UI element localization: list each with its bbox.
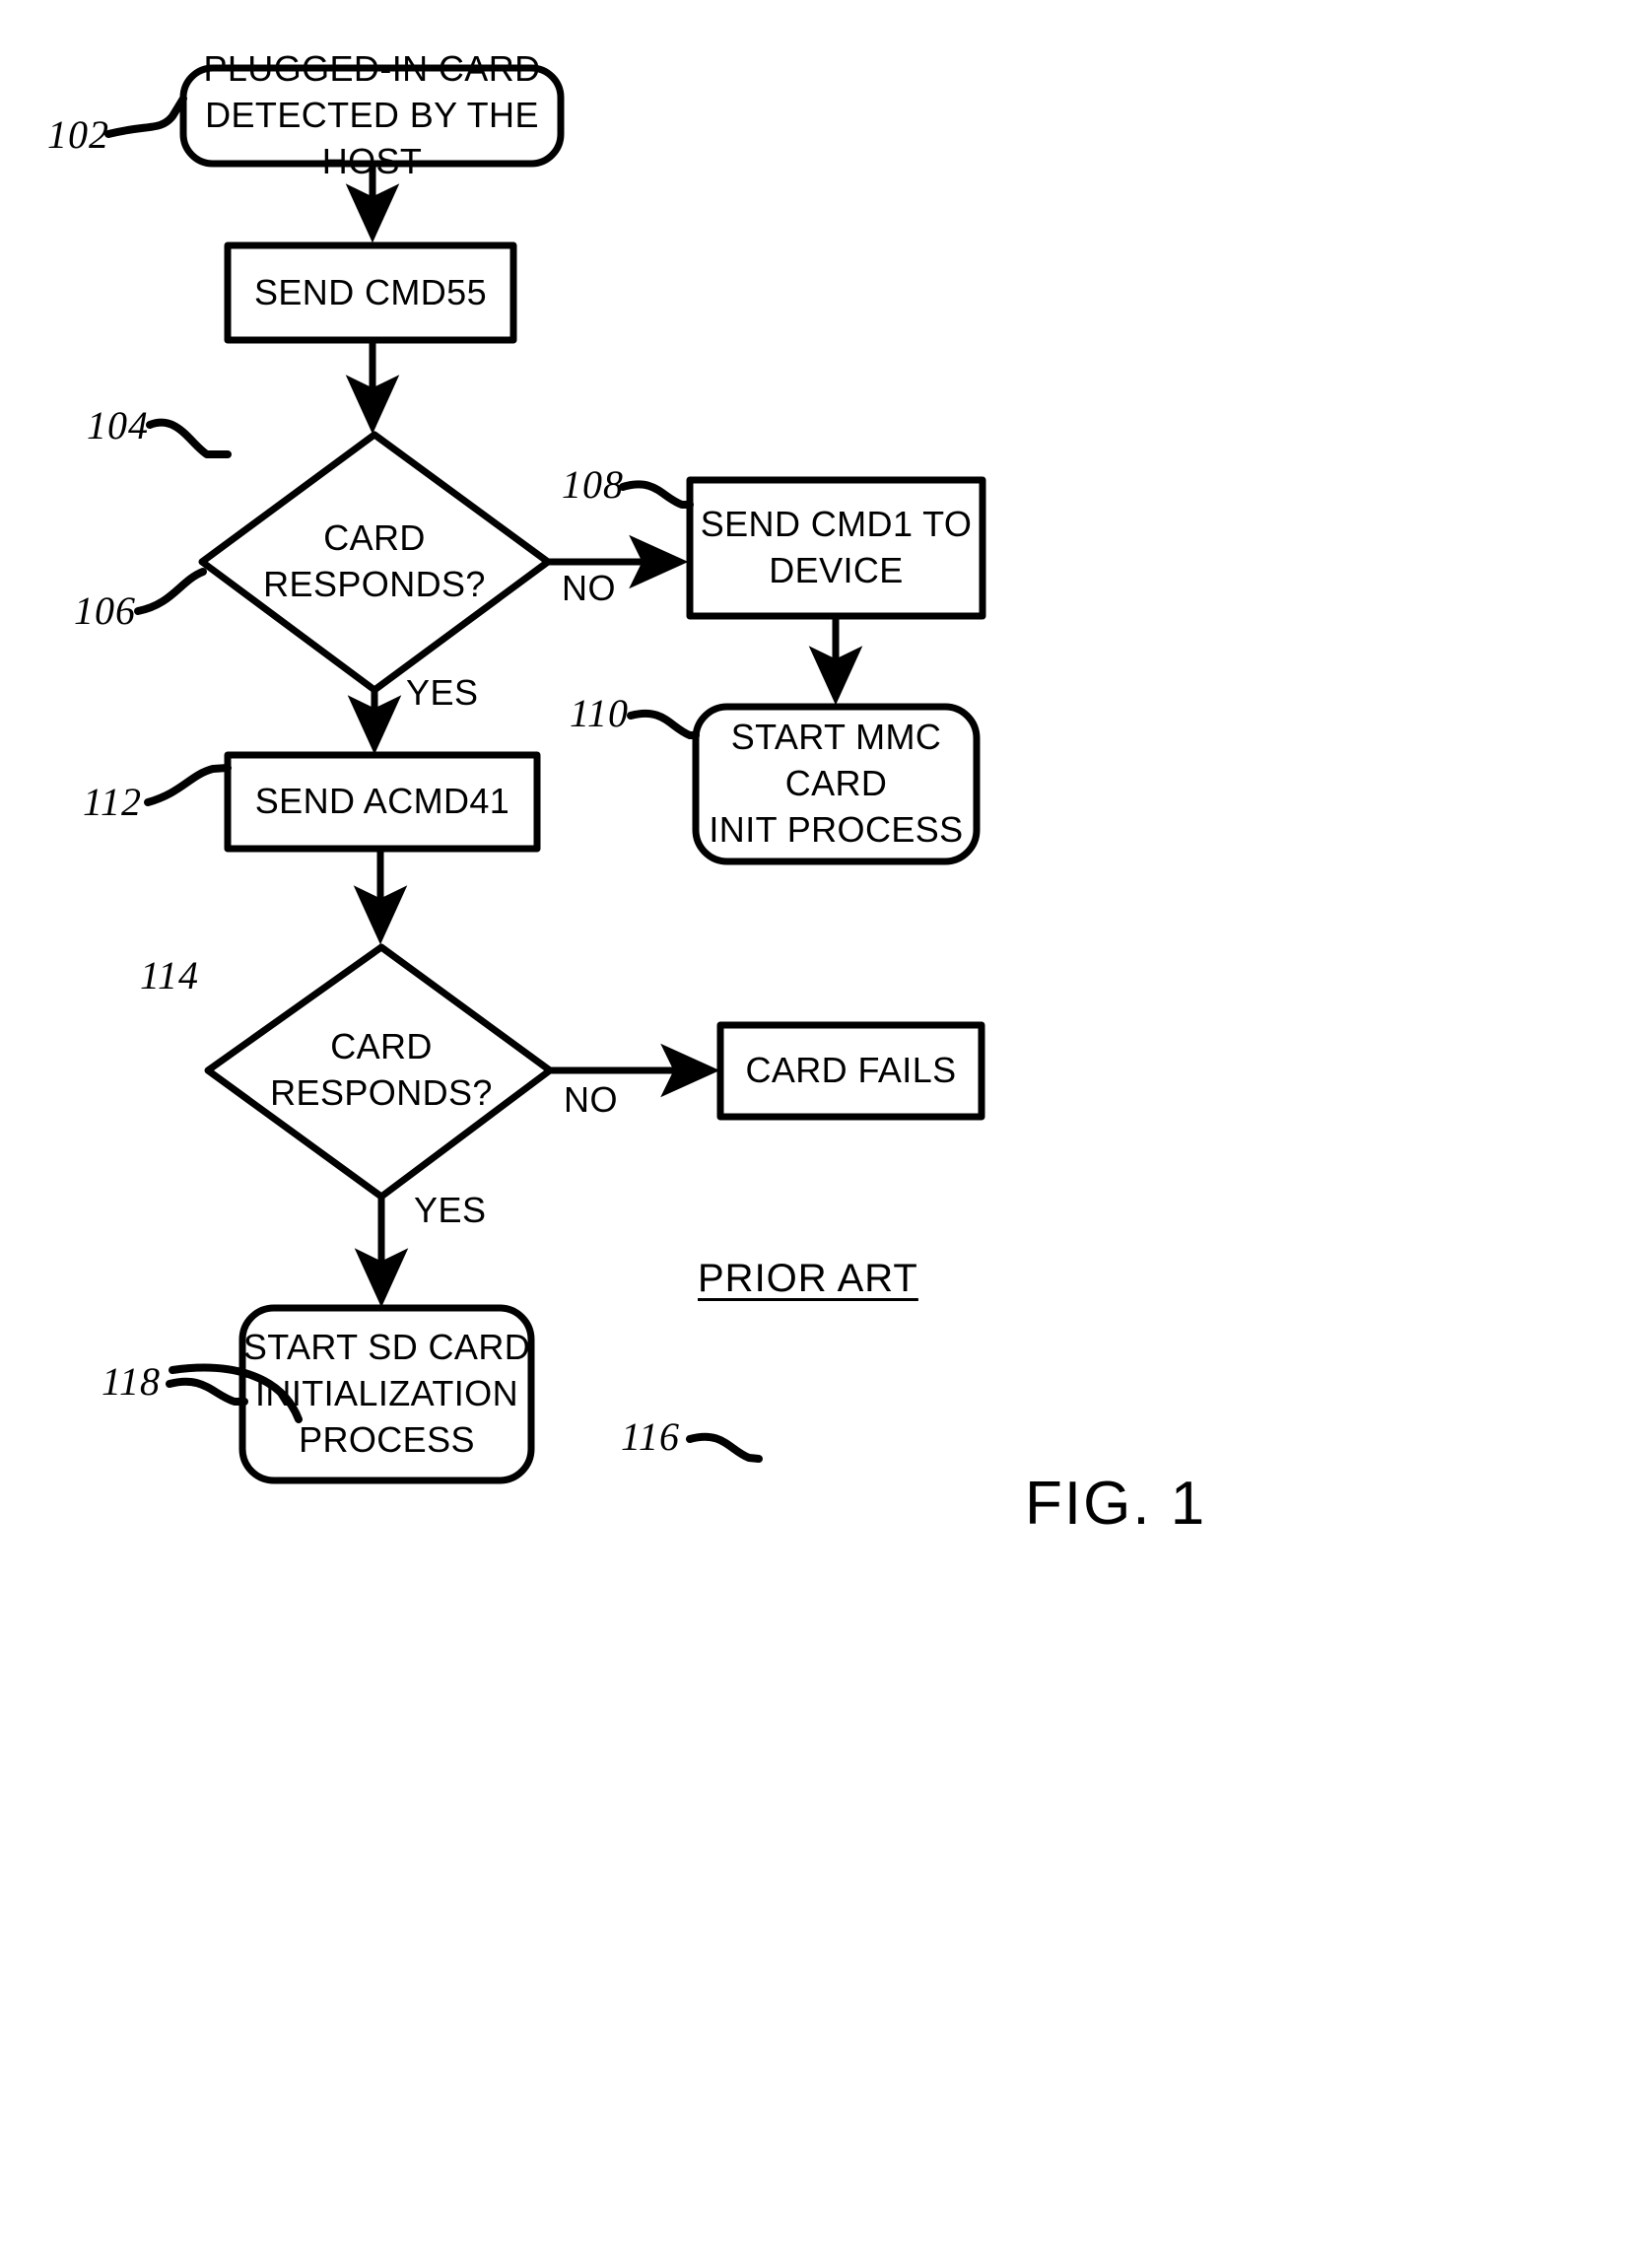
edge-label-114-yes: YES [414, 1190, 487, 1230]
node-shape-114 [204, 943, 554, 1201]
node-shape-116 [716, 1021, 985, 1121]
node-shape-102 [179, 64, 565, 168]
node-shape-106 [198, 431, 552, 694]
reference-numeral-106: 106 [74, 588, 136, 633]
edge-label-106-no: NO [562, 568, 616, 608]
leader-108 [619, 480, 694, 509]
leader-104 [146, 418, 232, 458]
reference-numeral-118: 118 [102, 1359, 162, 1404]
reference-numeral-108: 108 [562, 462, 624, 507]
edge-label-106-yes: YES [406, 672, 479, 713]
node-shape-108 [686, 476, 986, 620]
reference-numeral-104: 104 [87, 403, 149, 447]
node-shape-110 [692, 703, 981, 865]
prior-art-note: PRIOR ART [698, 1257, 918, 1300]
node-shape-104 [224, 241, 517, 344]
leader-102 [104, 95, 187, 138]
leader-106 [134, 568, 207, 615]
leader-110 [627, 709, 700, 739]
leader-114 [169, 1363, 303, 1423]
edge-label-114-no: NO [564, 1079, 618, 1120]
reference-numeral-114: 114 [140, 953, 200, 997]
reference-numeral-112: 112 [83, 780, 143, 824]
leader-118 [166, 1377, 248, 1406]
reference-numeral-116: 116 [621, 1414, 681, 1459]
leader-116 [686, 1432, 763, 1463]
reference-numeral-102: 102 [47, 112, 109, 157]
figure-caption: FIG. 1 [1025, 1470, 1207, 1538]
node-shape-112 [224, 751, 541, 853]
leader-112 [144, 764, 232, 806]
flowchart-canvas [104, 64, 986, 1484]
reference-numeral-110: 110 [570, 691, 630, 735]
patent-figure-page: PLUGGED-IN CARD DETECTED BY THE HOST SEN… [0, 0, 1627, 2268]
